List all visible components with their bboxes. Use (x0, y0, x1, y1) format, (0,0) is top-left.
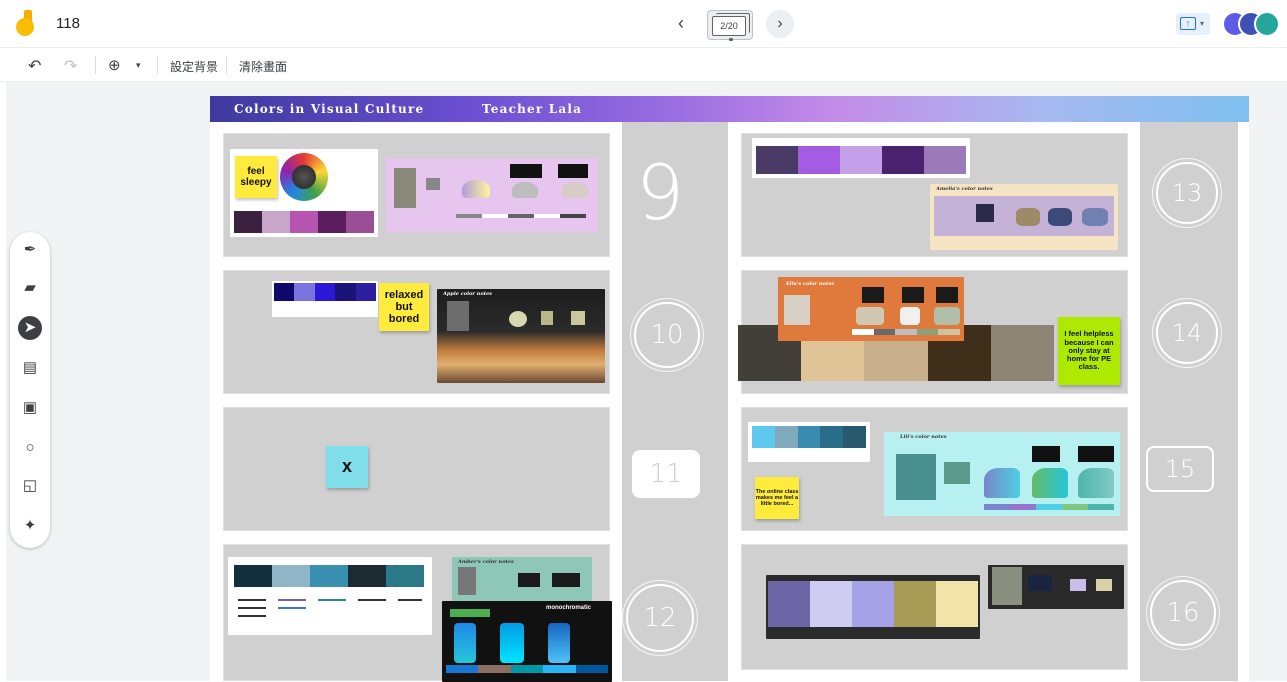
color-notes-card: Apple color notes (437, 289, 605, 383)
undo-icon[interactable]: ↶ (28, 56, 41, 76)
toolbar-divider (95, 56, 96, 74)
panel-9[interactable]: feel sleepy (223, 133, 610, 257)
swatch-card (766, 575, 980, 639)
color-notes-card: Amelia's color notes (930, 184, 1118, 250)
monochromatic-card: monochromatic (442, 601, 612, 682)
swatch-card (272, 281, 378, 317)
image-icon[interactable]: ▣ (18, 396, 42, 420)
zoom-in-icon[interactable]: ⊕ (108, 56, 121, 74)
pen-icon[interactable]: ✒ (18, 238, 42, 262)
color-notes-card: Lili's color notes (884, 432, 1120, 516)
next-frame-button[interactable]: › (766, 10, 794, 38)
select-arrow-icon[interactable]: ➤ (18, 316, 42, 340)
frame-indicator: 2/20 (712, 16, 746, 36)
laser-icon[interactable]: ✦ (18, 514, 42, 538)
clear-screen-button[interactable]: 清除畫面 (239, 58, 287, 75)
panel-11[interactable]: x (223, 407, 610, 531)
avatar[interactable] (1254, 11, 1280, 37)
swatch-card (748, 422, 870, 462)
sticky-note[interactable]: The online class makes me feel a little … (755, 477, 799, 519)
slot-number-9: 9 (635, 148, 685, 237)
sticky-note[interactable]: I feel helpless because I can only stay … (1058, 317, 1120, 385)
panel-16[interactable] (741, 544, 1128, 670)
sticky-note-icon[interactable]: ▤ (18, 356, 42, 380)
present-button[interactable]: ↑ ▾ (1176, 13, 1210, 35)
swatch-card (228, 557, 432, 635)
slot-number-13: 13 (1156, 162, 1218, 224)
top-bar: 118 ‹ 2/20 › ↑ ▾ (0, 0, 1287, 48)
swatch-row (234, 211, 374, 233)
slot-number-12: 12 (626, 584, 694, 652)
chevron-down-icon[interactable]: ▾ (136, 60, 141, 71)
panel-12[interactable]: Amber's color notes monochromatic (223, 544, 612, 682)
edit-toolbar: ↶ ↷ ⊕ ▾ 設定背景 清除畫面 (0, 48, 1287, 82)
slot-number-11: 11 (632, 450, 700, 498)
panel-13[interactable]: Amelia's color notes (741, 133, 1128, 257)
eraser-icon[interactable]: ▰ (18, 276, 42, 300)
swatch-card (752, 138, 970, 178)
toolbar-divider (226, 56, 227, 74)
panel-10[interactable]: relaxed but bored Apple color notes (223, 270, 610, 394)
sticky-note[interactable]: relaxed but bored (379, 283, 429, 331)
slot-number-14: 14 (1156, 302, 1218, 364)
panel-14[interactable]: Ella's color notes I feel helpless becau… (738, 270, 1128, 394)
chevron-down-icon: ▾ (1200, 19, 1205, 28)
present-icon: ↑ (1180, 17, 1196, 30)
redo-icon[interactable]: ↷ (64, 56, 77, 76)
panel-15[interactable]: The online class makes me feel a little … (741, 407, 1128, 531)
frame-bar-button[interactable]: 2/20 (707, 10, 753, 41)
textbox-icon[interactable]: ◱ (18, 474, 42, 498)
document-title[interactable]: 118 (56, 15, 80, 32)
frame-banner: Colors in Visual Culture Teacher Lala (210, 96, 1249, 122)
sticky-note[interactable]: x (326, 446, 368, 488)
banner-title: Colors in Visual Culture (234, 102, 425, 116)
tools-panel: ✒ ▰ ➤ ▤ ▣ ○ ◱ ✦ (10, 232, 50, 548)
toolbar-divider (157, 56, 158, 74)
slot-number-16: 16 (1150, 580, 1216, 646)
jamboard-logo-icon (16, 10, 38, 38)
slot-number-15: 15 (1146, 446, 1214, 492)
banner-teacher: Teacher Lala (482, 102, 583, 116)
previous-frame-button[interactable]: ‹ (670, 12, 692, 34)
sticky-note[interactable]: feel sleepy (235, 156, 277, 198)
color-notes-card (386, 158, 598, 232)
color-notes-card: Amber's color notes (452, 557, 592, 603)
color-notes-card (988, 565, 1124, 609)
set-background-button[interactable]: 設定背景 (170, 58, 218, 75)
circle-shape-icon[interactable]: ○ (18, 436, 42, 460)
color-notes-card: Ella's color notes (778, 277, 964, 341)
slot-number-10: 10 (634, 302, 700, 368)
